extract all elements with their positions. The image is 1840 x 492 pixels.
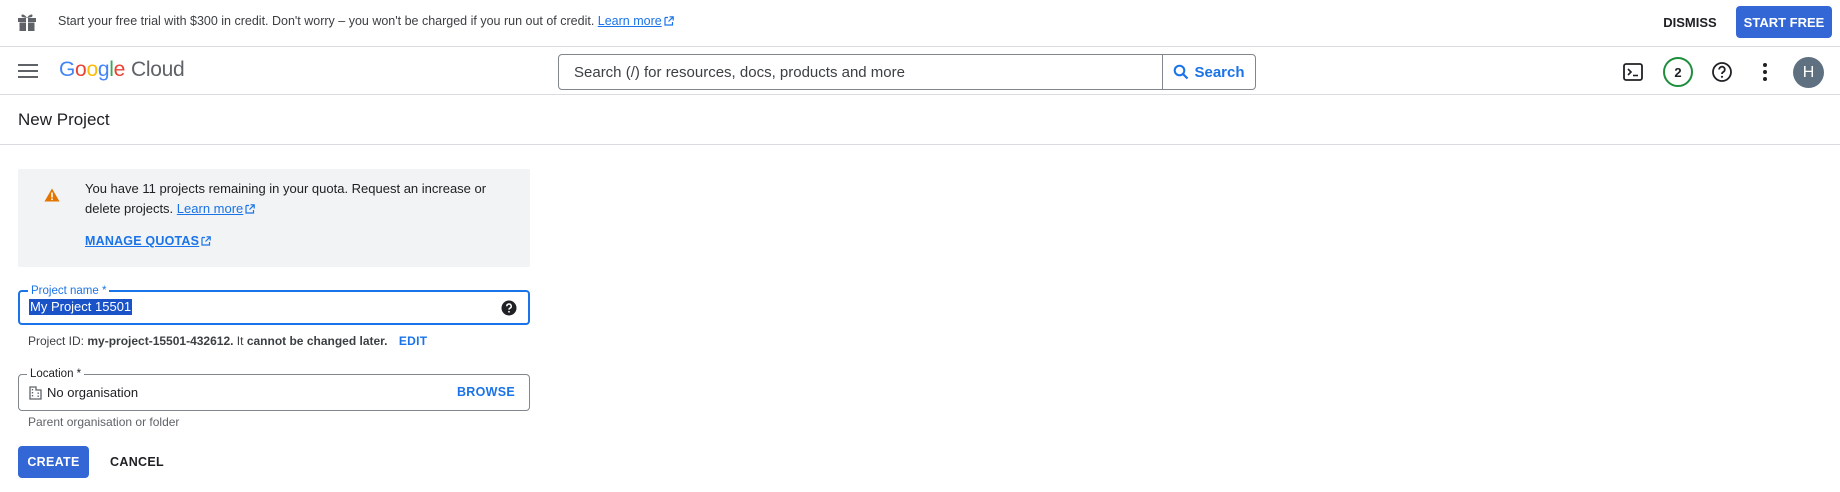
- location-hint: Parent organisation or folder: [28, 415, 180, 429]
- more-vert-icon[interactable]: [1753, 60, 1777, 84]
- location-value: No organisation: [47, 385, 139, 400]
- logo-letter: o: [75, 58, 87, 81]
- search-input[interactable]: [559, 55, 1162, 89]
- cloud-shell-icon[interactable]: [1621, 60, 1645, 84]
- trial-message-text: Start your free trial with $300 in credi…: [58, 14, 595, 28]
- page-title: New Project: [18, 110, 110, 129]
- notifications-badge[interactable]: 2: [1663, 57, 1693, 87]
- hamburger-menu-icon[interactable]: [18, 62, 38, 80]
- warning-icon: [44, 188, 60, 202]
- banner-learn-more-link[interactable]: Learn more: [598, 14, 674, 28]
- location-field[interactable]: Location * No organisation BROWSE: [18, 367, 530, 411]
- project-name-field[interactable]: Project name * My Project 15501: [18, 284, 530, 325]
- search-icon: [1174, 64, 1189, 80]
- quota-learn-more-link[interactable]: Learn more: [176, 201, 256, 216]
- trial-message: Start your free trial with $300 in credi…: [58, 14, 674, 28]
- project-id-value: my-project-15501-432612.: [87, 334, 234, 348]
- start-free-button[interactable]: START FREE: [1736, 6, 1832, 38]
- manage-quotas-label: MANAGE QUOTAS: [85, 234, 200, 248]
- help-icon[interactable]: [1710, 60, 1734, 84]
- location-label: Location *: [27, 367, 85, 381]
- manage-quotas-link[interactable]: MANAGE QUOTAS: [85, 234, 211, 248]
- logo-letter: e: [113, 58, 126, 81]
- project-name-label: Project name *: [28, 284, 110, 298]
- gift-icon: [18, 14, 36, 31]
- external-link-icon: [664, 16, 674, 26]
- banner-learn-more-label: Learn more: [597, 14, 662, 28]
- organisation-icon: [29, 386, 42, 400]
- project-id-warning: cannot be changed later.: [246, 334, 388, 348]
- quota-message: You have 11 projects remaining in your q…: [85, 179, 505, 219]
- project-id-prefix: Project ID:: [28, 334, 85, 348]
- external-link-icon: [245, 204, 256, 214]
- title-divider: [0, 144, 1840, 145]
- project-id-middle: It: [236, 334, 244, 348]
- search-button-label: Search: [1194, 63, 1245, 81]
- logo-product-name: Cloud: [130, 58, 185, 81]
- dismiss-button[interactable]: DISMISS: [1655, 6, 1725, 38]
- quota-learn-more-label: Learn more: [176, 201, 244, 216]
- quota-message-text: You have 11 projects remaining in your q…: [85, 181, 487, 216]
- top-header: GoogleCloud Search 2 H: [0, 48, 1840, 95]
- search-button[interactable]: Search: [1162, 55, 1255, 89]
- logo-letter: g: [97, 58, 110, 81]
- project-name-input[interactable]: My Project 15501: [29, 299, 133, 315]
- search-bar: Search: [558, 54, 1256, 90]
- project-id-row: Project ID: my-project-15501-432612. It …: [28, 334, 427, 348]
- quota-notice: You have 11 projects remaining in your q…: [18, 169, 530, 267]
- edit-project-id-button[interactable]: EDIT: [399, 334, 428, 348]
- create-button[interactable]: CREATE: [18, 446, 89, 478]
- logo-letter: o: [86, 58, 98, 81]
- help-icon[interactable]: [501, 300, 517, 316]
- cancel-button[interactable]: CANCEL: [104, 446, 170, 478]
- trial-banner: Start your free trial with $300 in credi…: [0, 0, 1840, 47]
- google-cloud-logo[interactable]: Google Cloud: [59, 58, 185, 82]
- external-link-icon: [201, 236, 211, 246]
- logo-letter: G: [59, 58, 76, 81]
- browse-button[interactable]: BROWSE: [457, 385, 515, 399]
- avatar[interactable]: H: [1793, 57, 1824, 88]
